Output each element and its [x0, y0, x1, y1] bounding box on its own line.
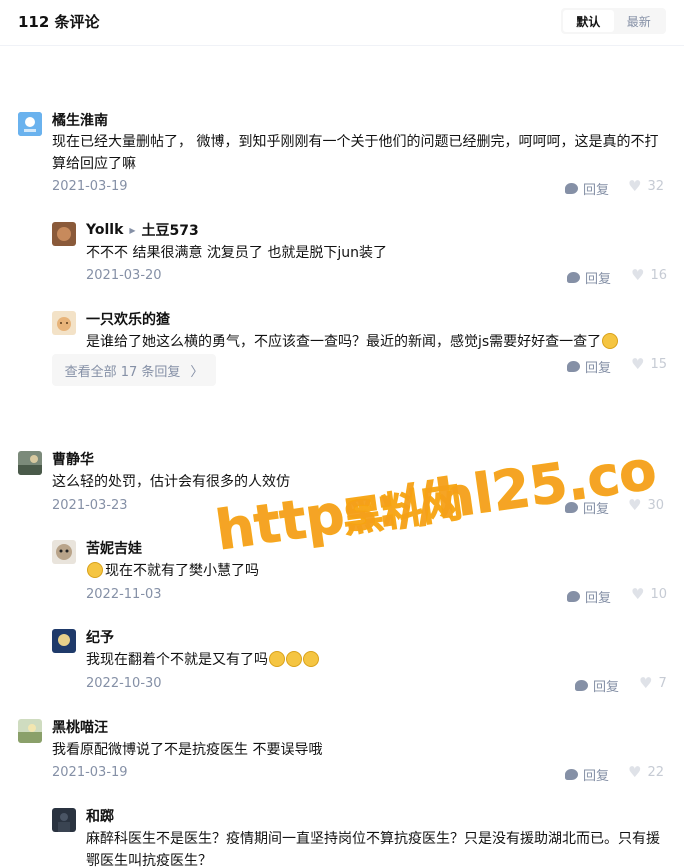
- comment-author[interactable]: 曹静华: [52, 449, 94, 469]
- like-button[interactable]: ♥ 15: [631, 355, 667, 373]
- comment-text: 我现在翻着个不就是又有了吗: [86, 649, 666, 671]
- like-button[interactable]: ♥ 30: [628, 496, 664, 514]
- comment-text: 现在已经大量删帖了， 微博，到知乎刚刚有一个关于他们的问题已经删完，呵呵呵，这是…: [52, 134, 659, 172]
- comment-author[interactable]: 橘生淮南: [52, 110, 108, 130]
- comment-bubble-icon: [567, 361, 580, 372]
- comment-author[interactable]: Yollk ▶ 土豆573: [86, 220, 199, 240]
- comment-bubble-icon: [565, 769, 578, 780]
- like-count: 32: [647, 179, 664, 194]
- comment-bubble-icon: [565, 183, 578, 194]
- emoji-icon: [286, 651, 302, 667]
- reply-target[interactable]: 土豆573: [142, 220, 199, 240]
- emoji-icon: [602, 333, 619, 349]
- comment-author[interactable]: 和踯: [86, 806, 114, 826]
- reply-to-arrow-icon: ▶: [129, 225, 136, 235]
- view-all-replies-button[interactable]: 查看全部 17 条回复〉: [52, 354, 216, 386]
- heart-icon: ♥: [628, 496, 642, 514]
- comment-text: 不不不 结果很满意 沈复员了 也就是脱下jun装了: [86, 245, 387, 261]
- like-count: 15: [650, 357, 667, 372]
- comment-bubble-icon: [567, 272, 580, 283]
- sort-toggle: 默认 最新: [561, 8, 666, 34]
- comments-count-title: 112 条评论: [18, 13, 100, 31]
- reply-button[interactable]: 回复: [575, 676, 619, 695]
- comment-author[interactable]: 黑桃喵汪: [52, 717, 108, 737]
- comment-date: 2021-03-19: [52, 179, 128, 194]
- comment-bubble-icon: [567, 591, 580, 602]
- reply-button[interactable]: 回复: [567, 268, 611, 287]
- avatar[interactable]: [52, 808, 76, 832]
- reply-button[interactable]: 回复: [565, 179, 609, 198]
- reply-button[interactable]: 回复: [565, 498, 609, 517]
- avatar[interactable]: [18, 112, 42, 136]
- heart-icon: ♥: [639, 674, 653, 692]
- like-count: 10: [650, 587, 667, 602]
- comment-date: 2021-03-20: [86, 268, 162, 283]
- avatar[interactable]: [18, 451, 42, 475]
- avatar[interactable]: [52, 222, 76, 246]
- like-button[interactable]: ♥ 16: [631, 266, 667, 284]
- heart-icon: ♥: [628, 763, 642, 781]
- sort-latest-button[interactable]: 最新: [614, 10, 665, 32]
- comment-text: 这么轻的处罚，估计会有很多的人效仿: [52, 474, 290, 490]
- comment-author[interactable]: 纪予: [86, 627, 114, 647]
- comment-text: 我看原配微博说了不是抗疫医生 不要误导哦: [52, 742, 323, 758]
- sort-default-button[interactable]: 默认: [563, 10, 614, 32]
- avatar[interactable]: [52, 629, 76, 653]
- like-count: 30: [647, 498, 664, 513]
- like-count: 22: [647, 765, 664, 780]
- like-button[interactable]: ♥ 7: [639, 674, 667, 692]
- heart-icon: ♥: [631, 355, 645, 373]
- comment-date: 2022-10-30: [86, 676, 162, 691]
- comment-bubble-icon: [575, 680, 588, 691]
- emoji-icon: [303, 651, 319, 667]
- like-count: 7: [658, 676, 667, 691]
- comment-text: 麻醉科医生不是医生？疫情期间一直坚持岗位不算抗疫医生？只是没有援助湖北而已。只有…: [86, 831, 660, 867]
- heart-icon: ♥: [631, 266, 645, 284]
- comment-author[interactable]: 一只欢乐的猹: [86, 309, 170, 329]
- heart-icon: ♥: [631, 585, 645, 603]
- avatar[interactable]: [52, 311, 76, 335]
- comment-author[interactable]: 苦妮吉娃: [86, 538, 142, 558]
- avatar[interactable]: [18, 719, 42, 743]
- reply-button[interactable]: 回复: [567, 357, 611, 376]
- comment-text: 是谁给了她这么横的勇气，不应该查一查吗？最近的新闻，感觉js需要好好查一查了: [86, 331, 676, 353]
- like-count: 16: [650, 268, 667, 283]
- avatar[interactable]: [52, 540, 76, 564]
- comment-date: 2021-03-19: [52, 765, 128, 780]
- reply-button[interactable]: 回复: [567, 587, 611, 606]
- comment-date: 2021-03-23: [52, 498, 128, 513]
- heart-icon: ♥: [628, 177, 642, 195]
- comment-date: 2022-11-03: [86, 587, 162, 602]
- emoji-icon: [269, 651, 285, 667]
- chevron-right-icon: 〉: [190, 364, 204, 380]
- comment-text: 现在不就有了樊小慧了吗: [86, 560, 666, 582]
- like-button[interactable]: ♥ 10: [631, 585, 667, 603]
- emoji-icon: [87, 562, 103, 578]
- comments-header: 112 条评论 默认 最新: [0, 0, 684, 46]
- reply-button[interactable]: 回复: [565, 765, 609, 784]
- like-button[interactable]: ♥ 22: [628, 763, 664, 781]
- comment-bubble-icon: [565, 502, 578, 513]
- like-button[interactable]: ♥ 32: [628, 177, 664, 195]
